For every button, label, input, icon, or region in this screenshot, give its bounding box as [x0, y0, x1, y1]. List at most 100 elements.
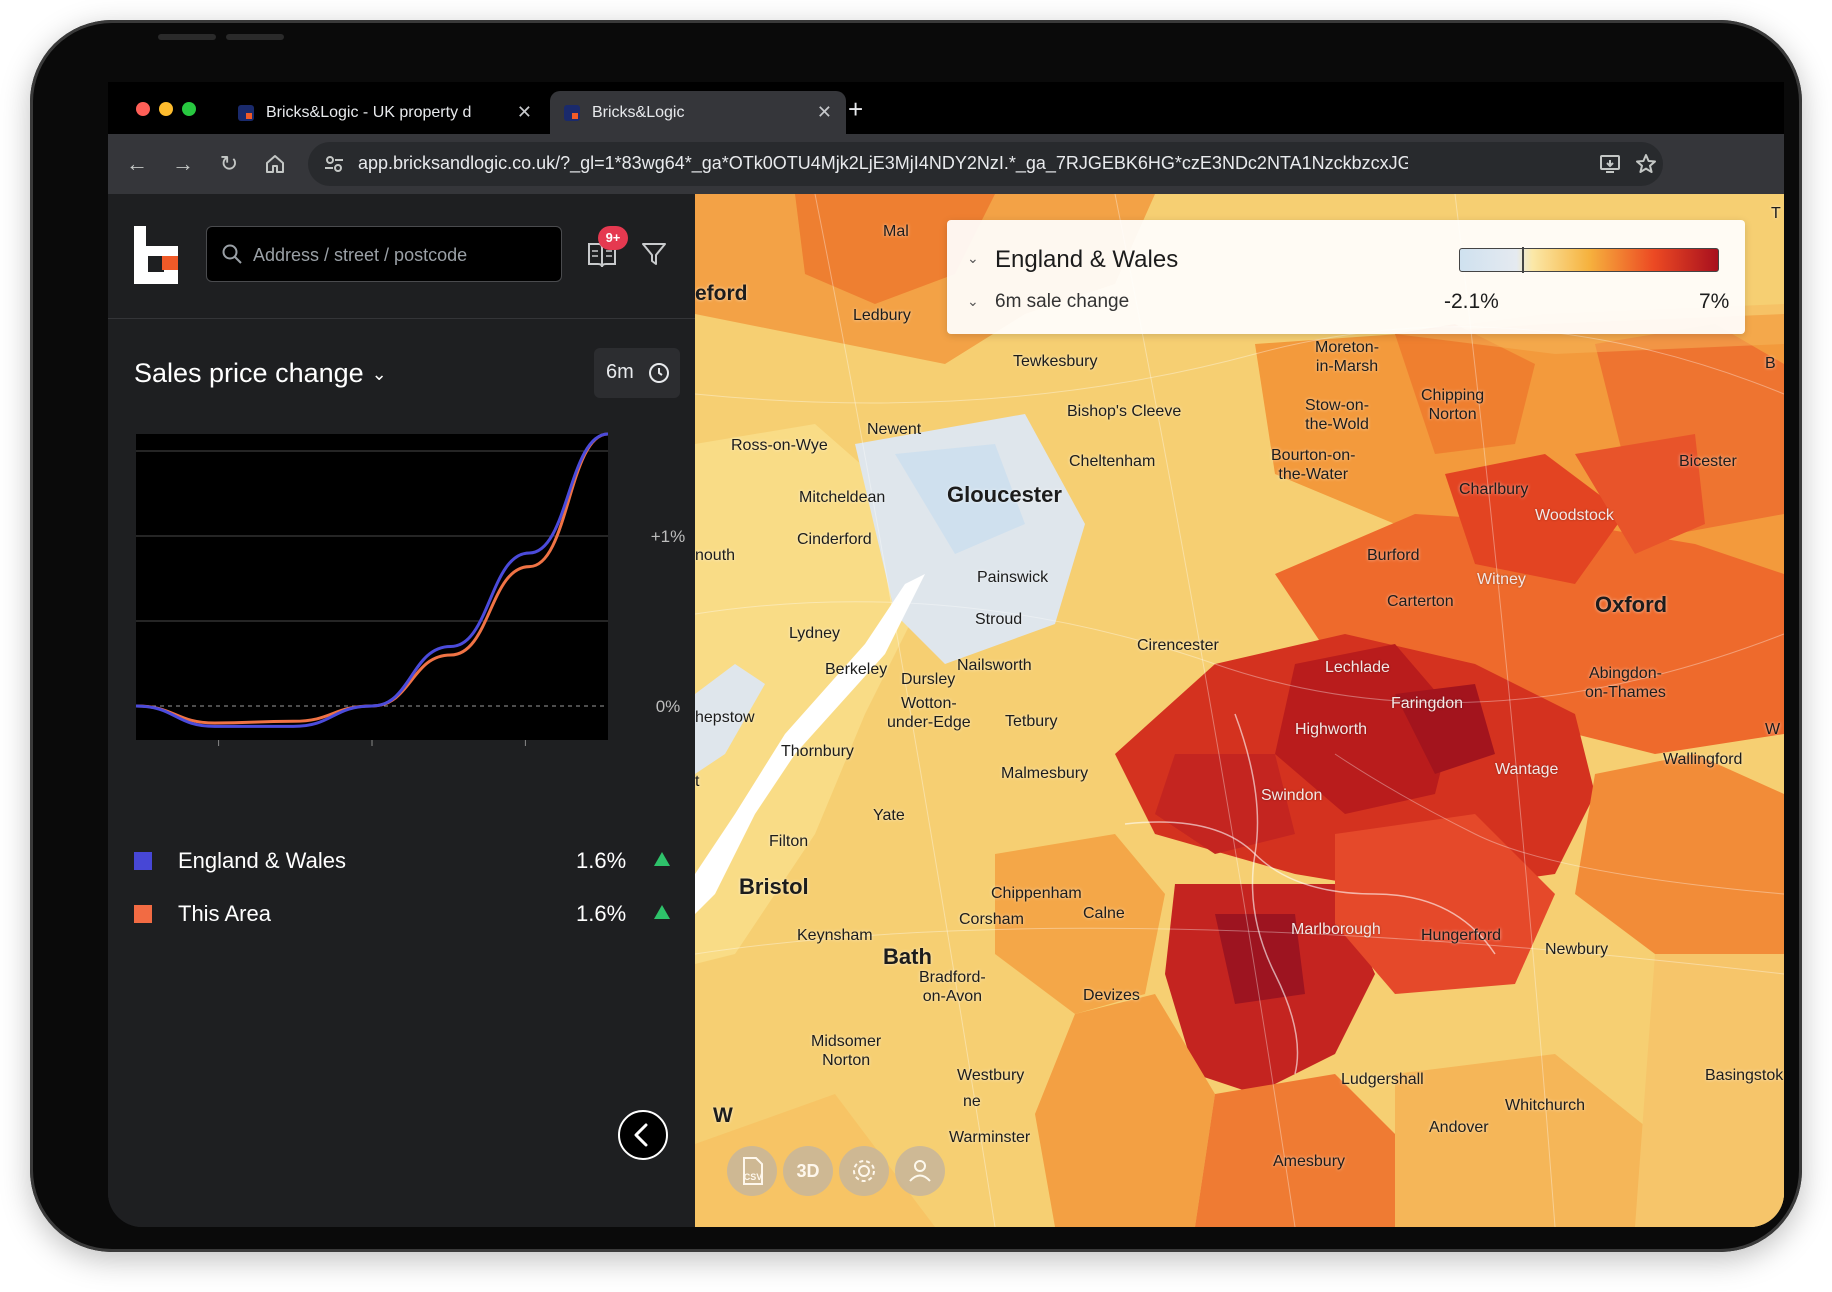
filter-icon[interactable] [640, 240, 668, 268]
minimize-window-button[interactable] [159, 102, 173, 116]
legend-card: ⌄ England & Wales ⌄ 6m sale change -2.1%… [947, 220, 1745, 334]
map-label-tetbury: Tetbury [1005, 713, 1058, 730]
legend-value: 1.6% [576, 848, 627, 873]
chart-plot-area [136, 434, 608, 740]
install-app-icon[interactable] [1598, 152, 1622, 176]
map-label-basingstoke: Basingstok [1705, 1067, 1784, 1084]
csv-icon: CSV [743, 1157, 763, 1185]
map-label-newent: Newent [867, 421, 922, 438]
chevron-down-icon: ⌄ [371, 364, 387, 385]
map-label-abingdon-on-thames: Abingdon- on-Thames [1585, 665, 1666, 701]
map-label-bath: Bath [883, 944, 932, 969]
map-label-painswick: Painswick [977, 569, 1049, 586]
map-label-oxford: Oxford [1595, 592, 1668, 617]
metric-selector[interactable]: Sales price change ⌄ [134, 358, 387, 389]
bookmark-star-icon[interactable] [1634, 152, 1658, 176]
map-label-nailsworth: Nailsworth [957, 657, 1032, 674]
sidebar-header: 9+ [108, 194, 695, 319]
map-label-stow-on-the-wold: Stow-on- the-Wold [1305, 397, 1370, 433]
tab-uk-property[interactable]: Bricks&Logic - UK property d ✕ [226, 91, 546, 134]
tab-bricks-logic[interactable]: Bricks&Logic ✕ [550, 91, 846, 134]
map-label-hereford: eford [695, 282, 748, 305]
zero-marker [1522, 247, 1524, 273]
map-label-corsham: Corsham [959, 911, 1024, 928]
map-canvas[interactable] [695, 194, 1784, 1227]
new-tab-icon[interactable]: + [848, 96, 863, 122]
window-controls [136, 102, 196, 116]
map-label-bicester: Bicester [1679, 453, 1737, 470]
close-tab-icon[interactable]: ✕ [817, 102, 832, 123]
tablet-frame: Bricks&Logic - UK property d ✕ Bricks&Lo… [30, 20, 1802, 1252]
map-label-newbury: Newbury [1545, 941, 1609, 958]
map-label-mitcheldean: Mitcheldean [799, 489, 886, 506]
map-label-wotton-under-edge: Wotton- under-Edge [887, 695, 971, 731]
choropleth-map[interactable]: Mal eford Ledbury Tewkesbury Moreton- in… [695, 194, 1784, 1227]
map-label-cheltenham: Cheltenham [1069, 453, 1156, 470]
url-text[interactable]: app.bricksandlogic.co.uk/?_gl=1*83wg64*_… [358, 153, 1408, 174]
metric-subtitle[interactable]: 6m sale change [995, 291, 1129, 313]
map-label-burford: Burford [1367, 547, 1420, 564]
tab-title: Bricks&Logic [592, 103, 685, 121]
bricks-logic-logo-icon[interactable] [134, 226, 178, 284]
map-label-edge-b: B [1765, 355, 1776, 372]
chevron-down-icon[interactable]: ⌄ [967, 293, 979, 310]
map-label-keynsham: Keynsham [797, 927, 873, 944]
chevron-down-icon[interactable]: ⌄ [967, 250, 979, 267]
notification-badge: 9+ [598, 226, 628, 250]
legend-value: 1.6% [576, 901, 627, 926]
3d-toggle-button[interactable]: 3D [783, 1146, 833, 1196]
map-label-calne: Calne [1083, 905, 1125, 922]
legend-label: England & Wales [178, 848, 346, 873]
map-label-malmesbury: Malmesbury [1001, 765, 1089, 782]
collapse-sidebar-button[interactable] [618, 1110, 668, 1160]
map-label-edge-w: W [1765, 721, 1781, 738]
period-selector[interactable]: 6m [594, 348, 680, 398]
map-label-carterton: Carterton [1387, 593, 1454, 610]
legend-label: This Area [178, 901, 271, 926]
map-label-malvern: Mal [883, 223, 909, 240]
gear-icon [853, 1160, 875, 1182]
close-tab-icon[interactable]: ✕ [517, 102, 532, 123]
map-label-faringdon: Faringdon [1391, 694, 1463, 712]
map-label-ross-on-wye: Ross-on-Wye [731, 437, 828, 454]
back-icon[interactable]: ← [122, 149, 152, 179]
profile-button[interactable] [895, 1146, 945, 1196]
scale-min-label: -2.1% [1444, 290, 1499, 313]
map-label-warminster: Warminster [949, 1129, 1031, 1146]
map-label-yate: Yate [873, 807, 905, 824]
trend-up-icon [654, 852, 670, 866]
map-label-wantage: Wantage [1495, 760, 1558, 778]
csv-export-button[interactable]: CSV [727, 1146, 777, 1196]
map-label-lechlade: Lechlade [1325, 658, 1390, 676]
map-label-westbury: Westbury [957, 1067, 1025, 1084]
settings-button[interactable] [839, 1146, 889, 1196]
maximize-window-button[interactable] [182, 102, 196, 116]
map-label-charlbury: Charlbury [1459, 481, 1529, 498]
address-search-box[interactable] [206, 226, 562, 283]
legend-item-this-area: This Area 1.6% [134, 895, 674, 935]
map-label-andover: Andover [1429, 1119, 1489, 1136]
map-label-moreton-in-marsh: Moreton- in-Marsh [1315, 339, 1380, 375]
device-button [158, 34, 216, 40]
color-scale-bar [1459, 247, 1719, 273]
map-label-midsomer-norton: Midsomer Norton [811, 1033, 882, 1069]
map-label-bourton-on-the-water: Bourton-on- the-Water [1271, 447, 1356, 483]
user-icon [909, 1160, 931, 1182]
tab-strip: Bricks&Logic - UK property d ✕ Bricks&Lo… [108, 82, 1784, 134]
map-label-marlborough: Marlborough [1291, 920, 1381, 938]
search-input[interactable] [251, 227, 555, 283]
home-icon[interactable] [260, 149, 290, 179]
reload-icon[interactable]: ↻ [214, 149, 244, 179]
map-label-devizes: Devizes [1083, 987, 1140, 1004]
map-label-filton: Filton [769, 833, 809, 850]
forward-icon[interactable]: → [168, 149, 198, 179]
map-label-dursley: Dursley [901, 671, 956, 688]
site-settings-icon[interactable] [322, 152, 346, 176]
map-label-cirencester: Cirencester [1137, 637, 1219, 654]
address-bar[interactable]: app.bricksandlogic.co.uk/?_gl=1*83wg64*_… [308, 142, 1663, 186]
region-title[interactable]: England & Wales [995, 246, 1178, 274]
legend-swatch [134, 905, 152, 923]
legend-swatch [134, 852, 152, 870]
clock-icon [649, 363, 669, 383]
close-window-button[interactable] [136, 102, 150, 116]
